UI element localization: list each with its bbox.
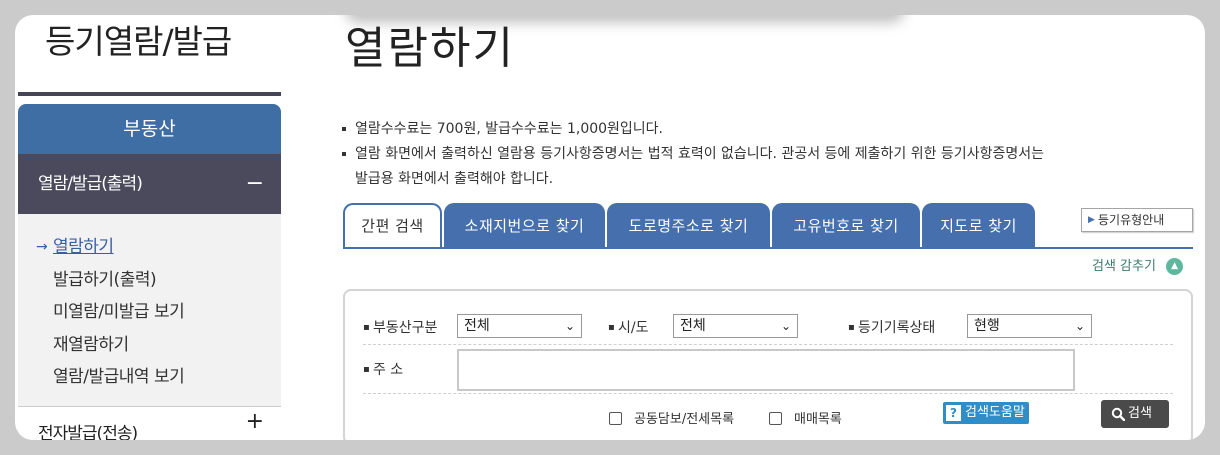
search-help-label: 검색도움말 xyxy=(965,405,1025,420)
search-help-button[interactable]: ? 검색도움말 xyxy=(943,402,1029,424)
tab-unique-number[interactable]: 고유번호로 찾기 xyxy=(772,203,920,249)
search-button-label: 검색 xyxy=(1128,406,1152,421)
sidebar-section-view-issue[interactable]: 열람/발급(출력) − xyxy=(18,154,281,214)
joint-collateral-checkbox[interactable]: 공동담보/전세목록 xyxy=(609,408,734,427)
search-button[interactable]: 검색 xyxy=(1101,400,1169,428)
property-type-select[interactable]: 전체 ⌄ xyxy=(457,314,582,338)
notice-item: 열람수수료는 700원, 발급수수료는 1,000원입니다. xyxy=(341,117,1161,142)
page-title: 열람하기 xyxy=(345,23,515,74)
region-value: 전체 xyxy=(680,318,706,334)
sidebar-divider xyxy=(18,92,281,96)
tab-lot-number[interactable]: 소재지번으로 찾기 xyxy=(444,203,605,249)
search-tabs: 간편 검색 소재지번으로 찾기 도로명주소로 찾기 고유번호로 찾기 지도로 찾… xyxy=(343,203,1038,249)
property-type-value: 전체 xyxy=(464,318,490,334)
tab-map[interactable]: 지도로 찾기 xyxy=(922,203,1035,249)
record-status-label: 등기기록상태 xyxy=(848,317,935,337)
collapse-icon[interactable]: − xyxy=(246,154,264,214)
sidebar-item-unviewed[interactable]: 미열람/미발급 보기 xyxy=(18,296,281,329)
notice-item: 열람 화면에서 출력하신 열람용 등기사항증명서는 법적 효력이 없습니다. 관… xyxy=(341,142,1161,167)
sidebar-item-issue[interactable]: 발급하기(출력) xyxy=(18,264,281,297)
chevron-down-icon: ⌄ xyxy=(564,319,575,333)
trade-list-checkbox[interactable]: 매매목록 xyxy=(769,408,842,427)
sidebar-category-real-estate[interactable]: 부동산 xyxy=(18,104,281,154)
region-select[interactable]: 전체 ⌄ xyxy=(673,314,798,338)
checkbox-icon xyxy=(609,412,622,425)
tab-simple-search[interactable]: 간편 검색 xyxy=(343,203,442,249)
chevron-down-icon: ⌄ xyxy=(1074,319,1085,333)
triangle-right-icon: ▶ xyxy=(1088,215,1095,225)
sidebar-item-review[interactable]: 재열람하기 xyxy=(18,329,281,362)
hide-search-label: 검색 감추기 xyxy=(1092,259,1156,274)
address-input[interactable] xyxy=(457,349,1075,391)
search-row-filters: 부동산구분 전체 ⌄ 시/도 전체 ⌄ 등기기록상태 현행 ⌄ xyxy=(363,291,1173,345)
sidebar-section-e-issue[interactable]: 전자발급(전송) + xyxy=(18,406,281,440)
chevron-down-icon: ⌄ xyxy=(780,319,791,333)
search-icon xyxy=(1111,407,1125,421)
record-status-select[interactable]: 현행 ⌄ xyxy=(967,314,1092,338)
sidebar-item-view[interactable]: → 열람하기 xyxy=(18,231,281,264)
region-label: 시/도 xyxy=(608,317,648,337)
property-type-label: 부동산구분 xyxy=(363,317,437,337)
expand-icon[interactable]: + xyxy=(246,395,264,440)
joint-collateral-label: 공동담보/전세목록 xyxy=(634,412,735,427)
sidebar-menu: → 열람하기 발급하기(출력) 미열람/미발급 보기 재열람하기 열람/발급내역… xyxy=(18,214,281,406)
chevron-up-icon: ▲ xyxy=(1166,258,1184,275)
registry-type-guide-button[interactable]: ▶ 등기유형안내 xyxy=(1081,208,1193,232)
address-label: 주 소 xyxy=(363,359,403,379)
guide-button-label: 등기유형안내 xyxy=(1098,213,1165,227)
trade-list-label: 매매목록 xyxy=(794,412,842,427)
tab-underline xyxy=(343,247,1193,249)
hide-search-toggle[interactable]: 검색 감추기 ▲ xyxy=(1092,255,1184,275)
sidebar-title: 등기열람/발급 xyxy=(45,22,232,61)
notice-item-continued: 발급용 화면에서 출력해야 합니다. xyxy=(355,171,554,187)
sidebar-item-history[interactable]: 열람/발급내역 보기 xyxy=(18,361,281,394)
search-form: 부동산구분 전체 ⌄ 시/도 전체 ⌄ 등기기록상태 현행 ⌄ 주 소 공동담보… xyxy=(343,289,1193,440)
notice-list: 열람수수료는 700원, 발급수수료는 1,000원입니다. 열람 화면에서 출… xyxy=(341,117,1161,192)
sidebar-section-label: 열람/발급(출력) xyxy=(38,174,143,194)
tab-road-address[interactable]: 도로명주소로 찾기 xyxy=(607,203,770,249)
arrow-right-icon: → xyxy=(36,239,48,255)
sidebar-section-label: 전자발급(전송) xyxy=(38,424,138,440)
sidebar-item-label: 열람하기 xyxy=(53,237,114,257)
checkbox-icon xyxy=(769,412,782,425)
page-card: 등기열람/발급 부동산 열람/발급(출력) − → 열람하기 발급하기(출력) … xyxy=(15,15,1205,440)
record-status-value: 현행 xyxy=(974,318,1000,334)
question-icon: ? xyxy=(946,405,961,421)
